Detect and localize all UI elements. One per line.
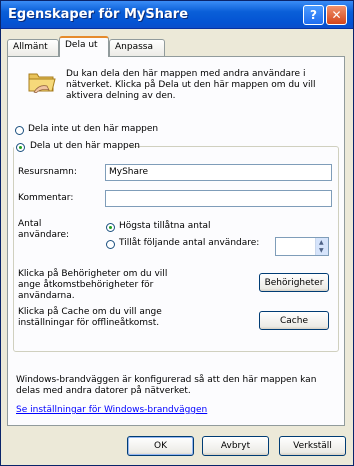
no-share-label[interactable]: Dela inte ut den här mappen [28,124,158,134]
user-count-spinner[interactable]: ▲ ▼ [315,238,328,255]
share-label[interactable]: Dela ut den här mappen [30,141,140,151]
allow-users-label[interactable]: Tillåt följande antal användare: [119,238,259,248]
tab-customize-label: Anpassa [115,42,153,52]
user-limit-label: Antal användare: [18,219,70,240]
help-button[interactable]: ? [303,5,324,25]
max-allowed-label[interactable]: Högsta tillåtna antal [119,221,211,231]
close-button[interactable]: ✕ [326,5,347,25]
permissions-button[interactable]: Behörigheter [259,273,329,292]
firewall-settings-link[interactable]: Se inställningar för Windows-brandväggen [16,405,207,415]
allow-users-radio[interactable] [106,240,115,249]
apply-button[interactable]: Verkställ [279,436,346,456]
sharing-intro-text: Du kan dela den här mappen med andra anv… [66,69,316,101]
share-name-input[interactable]: MyShare [105,164,332,181]
max-allowed-radio[interactable] [106,223,115,232]
cancel-button[interactable]: Avbryt [202,436,269,456]
title-bar[interactable]: Egenskaper för MyShare ? ✕ [1,1,353,29]
sharing-panel: Du kan dela den här mappen med andra anv… [7,56,345,426]
cache-text: Klicka på Cache om du vill ange inställn… [18,307,162,328]
spin-down-icon[interactable]: ▼ [319,247,324,254]
cache-button[interactable]: Cache [259,311,329,330]
permissions-text: Klicka på Behörigheter om du vill ange å… [18,269,168,301]
firewall-text: Windows-brandväggen är konfigurerad så a… [16,375,317,396]
tab-general-label: Allmänt [13,42,48,52]
comment-label: Kommentar: [18,193,74,203]
spin-up-icon[interactable]: ▲ [319,239,324,246]
tab-general[interactable]: Allmänt [7,39,59,56]
no-share-radio[interactable] [15,126,24,135]
properties-dialog: Egenskaper för MyShare ? ✕ Allmänt Dela … [0,0,354,466]
share-option: Dela ut den här mappen [14,140,140,154]
window-title: Egenskaper för MyShare [8,7,189,22]
folder-share-icon [28,73,56,93]
tab-sharing[interactable]: Dela ut [59,36,109,57]
ok-button[interactable]: OK [127,436,194,456]
tab-customize[interactable]: Anpassa [109,39,165,56]
tab-sharing-label: Dela ut [65,40,98,50]
share-name-label: Resursnamn: [18,167,77,177]
close-icon: ✕ [331,8,342,22]
share-radio[interactable] [16,143,25,152]
comment-input[interactable] [105,190,332,207]
help-icon: ? [310,8,317,22]
